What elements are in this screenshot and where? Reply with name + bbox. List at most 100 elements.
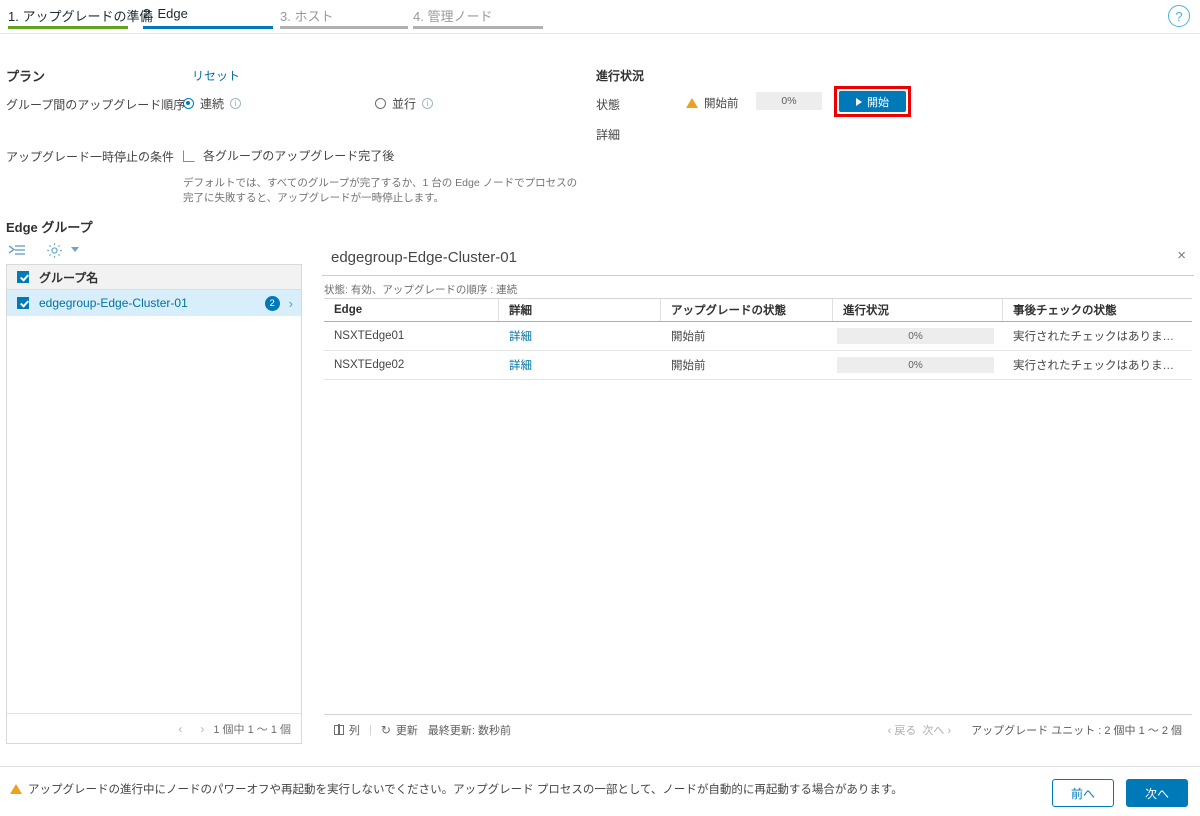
column-header-progress[interactable]: 進行状況 <box>833 299 1003 321</box>
columns-icon <box>334 724 344 735</box>
column-header-upgrade-state[interactable]: アップグレードの状態 <box>661 299 833 321</box>
detail-panel-title: edgegroup-Edge-Cluster-01 <box>331 249 517 266</box>
wizard-tab-label: 1. アップグレードの準備 <box>8 9 153 24</box>
radio-parallel-label: 並行 <box>392 97 417 111</box>
radio-option-parallel[interactable]: 並行 i <box>375 95 434 112</box>
table-next-button[interactable]: 次へ › <box>922 722 951 738</box>
detail-panel-footer: 列 | ↻ 更新 最終更新: 数秒前 ‹ 戻る 次へ › アップグレード ユニッ… <box>324 714 1192 744</box>
overall-progress-percent: 0% <box>781 95 797 107</box>
chevron-down-icon[interactable] <box>71 247 79 252</box>
wizard-tab-underline <box>8 26 128 29</box>
upgrade-units-count: アップグレード ユニット : 2 個中 1 ～ 2 個 <box>971 724 1182 737</box>
radio-serial-indicator <box>183 98 194 109</box>
edge-groups-pagination: ‹ › 1 個中 1 ～ 1 個 <box>7 713 301 743</box>
table-prev-button[interactable]: ‹ 戻る <box>888 722 917 738</box>
column-header-edge[interactable]: Edge <box>324 299 499 321</box>
detail-link[interactable]: 詳細 <box>509 357 532 373</box>
progress-state-label: 状態 <box>596 98 621 112</box>
edge-groups-pagination-text: 1 個中 1 ～ 1 個 <box>213 723 291 736</box>
footer-divider-line <box>0 766 1200 767</box>
reset-link[interactable]: リセット <box>192 67 240 84</box>
edge-units-table: Edge 詳細 アップグレードの状態 進行状況 事後チェックの状態 NSXTEd… <box>324 298 1192 380</box>
table-row[interactable]: NSXTEdge02 詳細 開始前 0% 実行されたチェックはありま… <box>324 351 1192 380</box>
edge-groups-title: Edge グループ <box>6 220 93 235</box>
pause-condition-label: アップグレード一時停止の条件 <box>6 150 175 164</box>
gear-icon[interactable] <box>46 242 63 262</box>
column-header-detail[interactable]: 詳細 <box>499 299 661 321</box>
row-progress-bar: 0% <box>837 357 994 373</box>
last-updated-text: 最終更新: 数秒前 <box>427 724 512 737</box>
wizard-tab-management-nodes[interactable]: 4. 管理ノード <box>413 6 543 29</box>
cell-edge-name: NSXTEdge01 <box>334 330 405 342</box>
pagination-next-icon[interactable]: › <box>200 722 204 736</box>
detail-panel-subtitle: 状態: 有効、アップグレードの順序 : 連続 <box>324 284 518 296</box>
radio-option-serial[interactable]: 連続 i <box>183 95 242 112</box>
warning-icon <box>686 98 698 108</box>
footer-warning: アップグレードの進行中にノードのパワーオフや再起動を実行しないでください。アップ… <box>0 778 1000 800</box>
start-button-label: 開始 <box>867 96 889 109</box>
table-row[interactable]: NSXTEdge01 詳細 開始前 0% 実行されたチェックはありま… <box>324 322 1192 351</box>
upgrade-order-label: グループ間のアップグレード順序 <box>6 98 186 112</box>
cell-upgrade-state: 開始前 <box>671 331 706 343</box>
edge-group-count-badge: 2 <box>264 295 280 311</box>
plan-section-title: プラン <box>6 69 46 84</box>
edge-groups-toolbar <box>6 242 126 264</box>
footer-warning-text: アップグレードの進行中にノードのパワーオフや再起動を実行しないでください。アップ… <box>28 784 903 796</box>
wizard-tab-underline <box>143 26 273 29</box>
select-all-checkbox[interactable] <box>17 271 29 283</box>
wizard-tab-hosts[interactable]: 3. ホスト <box>280 6 408 29</box>
row-progress-percent: 0% <box>908 359 923 371</box>
wizard-tab-upgrade-preparation[interactable]: 1. アップグレードの準備 <box>8 6 153 29</box>
edge-groups-panel: グループ名 edgegroup-Edge-Cluster-01 2 › ‹ › … <box>6 264 302 744</box>
next-button[interactable]: 次へ <box>1126 779 1188 807</box>
info-icon[interactable]: i <box>422 98 434 109</box>
help-icon-glyph: ? <box>1175 8 1183 24</box>
start-button-highlight: 開始 <box>834 86 911 117</box>
edge-groups-header-row: グループ名 <box>7 265 301 290</box>
edge-group-name[interactable]: edgegroup-Edge-Cluster-01 <box>39 296 265 310</box>
cell-detail: 詳細 <box>499 322 661 350</box>
upgrade-wizard-page: 1. アップグレードの準備 2. Edge 3. ホスト 4. 管理ノード ? … <box>0 0 1200 816</box>
columns-button-label: 列 <box>349 724 360 737</box>
wizard-tab-edge[interactable]: 2. Edge <box>143 6 273 29</box>
refresh-button[interactable]: ↻ 更新 <box>381 722 418 738</box>
columns-button[interactable]: 列 <box>334 722 360 738</box>
progress-state-value: 開始前 <box>686 95 739 111</box>
cell-postcheck-state: 実行されたチェックはありま… <box>1013 360 1174 372</box>
previous-button[interactable]: 前へ <box>1052 779 1114 807</box>
cell-progress: 0% <box>833 322 1003 350</box>
cell-edge-name: NSXTEdge02 <box>334 359 405 371</box>
radio-serial-label: 連続 <box>200 97 225 111</box>
detail-link[interactable]: 詳細 <box>509 328 532 344</box>
footer-divider: | <box>369 723 372 736</box>
row-progress-percent: 0% <box>908 330 923 342</box>
close-icon[interactable]: × <box>1177 248 1186 263</box>
progress-section-title: 進行状況 <box>596 69 645 83</box>
row-checkbox[interactable] <box>17 297 29 309</box>
progress-detail-label: 詳細 <box>596 128 621 142</box>
cell-upgrade-state: 開始前 <box>671 360 706 372</box>
edge-group-detail-panel: edgegroup-Edge-Cluster-01 × 状態: 有効、アップグレ… <box>322 240 1194 744</box>
column-header-postcheck-state[interactable]: 事後チェックの状態 <box>1003 299 1192 321</box>
pause-after-group-checkbox[interactable]: 各グループのアップグレード完了後 <box>183 147 394 164</box>
help-icon[interactable]: ? <box>1168 5 1190 27</box>
upgrade-order-radio-group: 連続 i 並行 i <box>183 95 603 113</box>
row-progress-bar: 0% <box>837 328 994 344</box>
pause-checkbox-label: 各グループのアップグレード完了後 <box>203 149 395 163</box>
overall-progress-bar: 0% <box>756 92 822 110</box>
wizard-tab-label: 4. 管理ノード <box>413 9 493 24</box>
refresh-button-label: 更新 <box>395 724 418 737</box>
checkbox-indicator <box>183 149 195 162</box>
edge-group-row[interactable]: edgegroup-Edge-Cluster-01 2 › <box>7 290 301 316</box>
cell-progress: 0% <box>833 351 1003 379</box>
collapse-all-icon[interactable] <box>8 243 26 262</box>
play-icon <box>856 97 862 106</box>
info-icon[interactable]: i <box>230 98 242 109</box>
edge-groups-column-header: グループ名 <box>39 270 99 285</box>
cell-postcheck-state: 実行されたチェックはありま… <box>1013 331 1174 343</box>
wizard-tab-label: 3. ホスト <box>280 9 334 24</box>
refresh-icon: ↻ <box>380 722 391 737</box>
pagination-prev-icon[interactable]: ‹ <box>178 722 182 736</box>
chevron-right-icon[interactable]: › <box>289 296 293 311</box>
start-button[interactable]: 開始 <box>839 91 906 112</box>
